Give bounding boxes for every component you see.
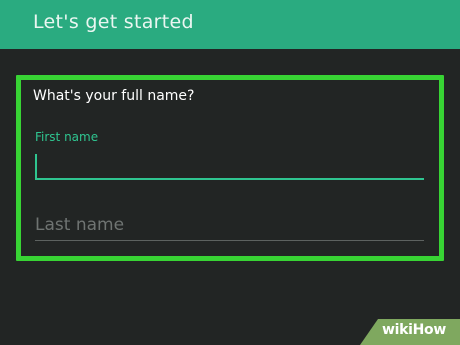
last-name-placeholder: Last name: [35, 215, 125, 235]
app-screen: Let's get started What's your full name?…: [0, 0, 460, 345]
last-name-field[interactable]: Last name: [35, 212, 424, 241]
app-header: Let's get started: [0, 0, 460, 49]
text-cursor: [35, 154, 37, 178]
wikihow-watermark: wikiHow: [360, 319, 460, 345]
first-name-underline: [35, 178, 424, 180]
page-title: Let's get started: [33, 11, 194, 33]
last-name-underline: [35, 240, 424, 241]
watermark-text: wikiHow: [382, 322, 447, 338]
first-name-field[interactable]: [35, 148, 424, 180]
full-name-question: What's your full name?: [33, 88, 195, 104]
first-name-label: First name: [35, 130, 99, 144]
